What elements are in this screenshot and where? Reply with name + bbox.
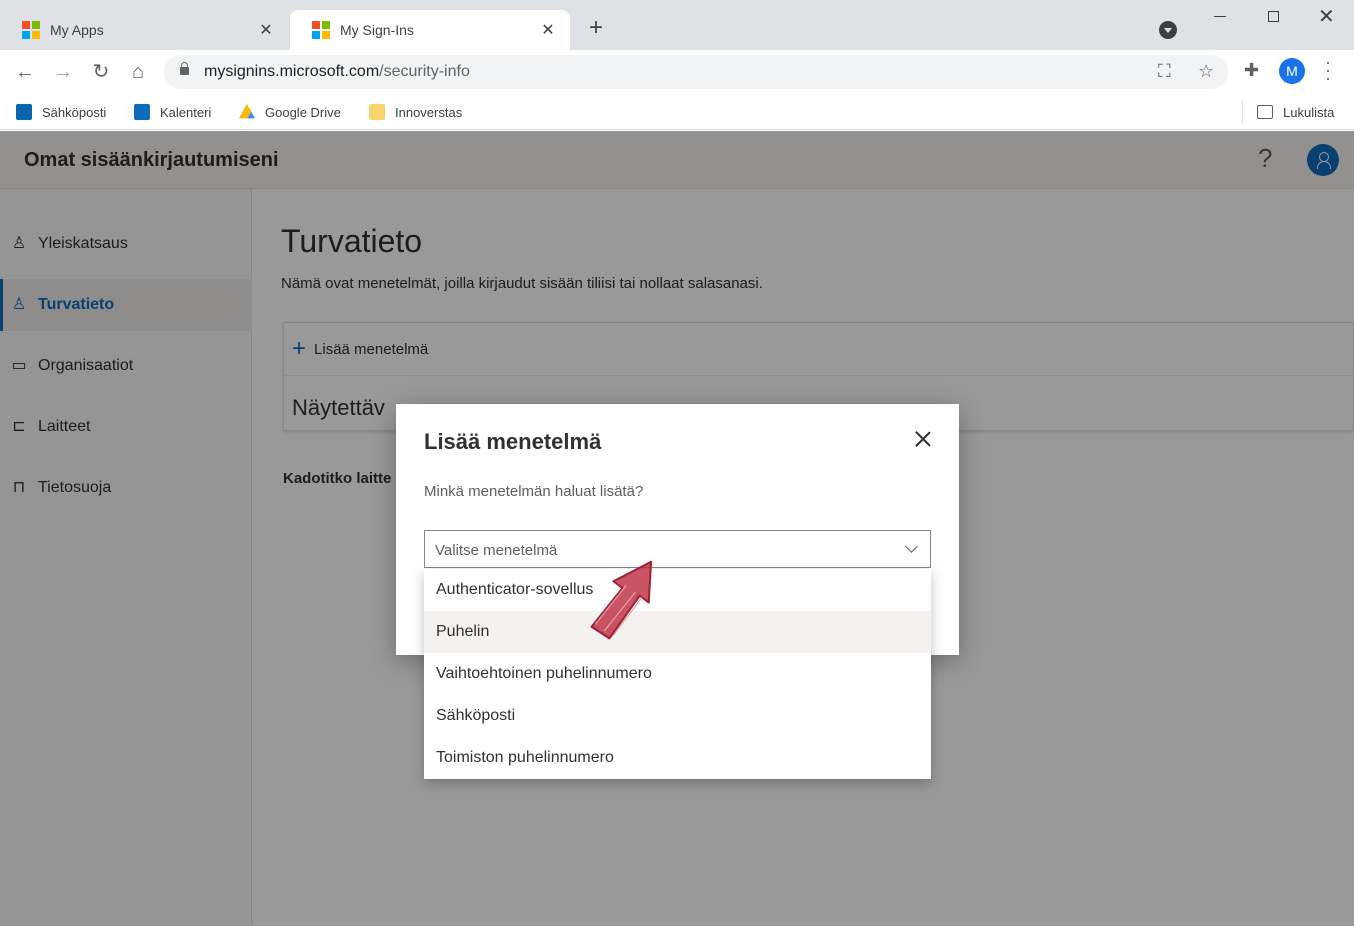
close-icon[interactable]	[912, 428, 934, 450]
bookmark-kalenteri[interactable]: Kalenteri	[134, 101, 211, 123]
option-office-phone[interactable]: Toimiston puhelinnumero	[424, 737, 931, 779]
bookmark-label: Kalenteri	[160, 104, 212, 120]
dialog-question: Minkä menetelmän haluat lisätä?	[424, 483, 644, 500]
microsoft-logo-icon	[22, 21, 40, 39]
bookmark-star-icon[interactable]: ☆	[1198, 61, 1214, 82]
home-icon[interactable]: ⌂	[125, 59, 151, 85]
reload-icon[interactable]: ↻	[88, 59, 114, 85]
new-tab-button[interactable]: +	[584, 14, 608, 42]
option-email[interactable]: Sähköposti	[424, 695, 931, 737]
calendar-icon	[134, 104, 150, 120]
bookmark-google-drive[interactable]: Google Drive	[239, 101, 341, 123]
bookmarks-bar: Sähköposti Kalenteri Google Drive Innove…	[0, 94, 1354, 130]
google-drive-icon	[239, 104, 255, 119]
browser-menu-icon[interactable]: · · ·	[1322, 53, 1334, 87]
dialog-title: Lisää menetelmä	[424, 429, 602, 454]
tab-close-icon[interactable]: ✕	[256, 20, 276, 40]
tab-title: My Apps	[50, 22, 104, 38]
reading-list-label: Lukulista	[1283, 104, 1335, 120]
option-phone[interactable]: Puhelin	[424, 611, 931, 653]
tab-search-icon[interactable]	[1159, 21, 1177, 39]
bookmark-label: Innoverstas	[395, 104, 463, 120]
bookmark-sahkoposti[interactable]: Sähköposti	[16, 101, 106, 123]
tab-my-apps[interactable]: My Apps ✕	[0, 10, 288, 50]
back-arrow-icon[interactable]: ←	[12, 59, 38, 85]
method-select[interactable]: Valitse menetelmä	[424, 530, 931, 568]
tab-my-sign-ins[interactable]: My Sign-Ins ✕	[290, 10, 570, 50]
reading-list-icon	[1257, 105, 1273, 119]
window-close-icon[interactable]: ✕	[1318, 4, 1335, 29]
url-host: mysignins.microsoft.com	[204, 63, 380, 80]
translate-icon[interactable]: ⛶	[1158, 61, 1171, 82]
lock-icon[interactable]	[180, 62, 189, 75]
bookmark-label: Google Drive	[265, 104, 341, 120]
option-authenticator-app[interactable]: Authenticator-sovellus	[424, 569, 931, 611]
tab-title: My Sign-Ins	[340, 22, 414, 38]
extensions-puzzle-icon[interactable]: ✚	[1244, 60, 1259, 81]
url-text[interactable]: mysignins.microsoft.com/security-info	[204, 63, 470, 81]
browser-toolbar: ← → ↻ ⌂ mysignins.microsoft.com/security…	[0, 50, 1354, 94]
microsoft-logo-icon	[312, 21, 330, 39]
profile-avatar[interactable]: M	[1279, 58, 1305, 84]
forward-arrow-icon[interactable]: →	[50, 59, 76, 85]
address-bar[interactable]: mysignins.microsoft.com/security-info ⛶ …	[164, 55, 1228, 89]
bookmark-innoverstas[interactable]: Innoverstas	[369, 101, 462, 123]
reading-list-button[interactable]: Lukulista	[1242, 101, 1334, 123]
url-path: /security-info	[379, 63, 470, 80]
maximize-icon[interactable]	[1268, 11, 1279, 22]
bookmark-label: Sähköposti	[42, 104, 107, 120]
option-alternate-phone[interactable]: Vaihtoehtoinen puhelinnumero	[424, 653, 931, 695]
method-dropdown-list: Authenticator-sovellus Puhelin Vaihtoeht…	[424, 569, 931, 779]
tab-close-icon[interactable]: ✕	[538, 20, 558, 40]
select-placeholder: Valitse menetelmä	[435, 542, 558, 559]
outlook-icon	[16, 104, 32, 120]
folder-icon	[369, 104, 385, 120]
browser-tab-bar: My Apps ✕ My Sign-Ins ✕ + ✕	[0, 0, 1354, 50]
chevron-down-icon	[905, 540, 918, 553]
minimize-icon[interactable]	[1214, 16, 1226, 17]
